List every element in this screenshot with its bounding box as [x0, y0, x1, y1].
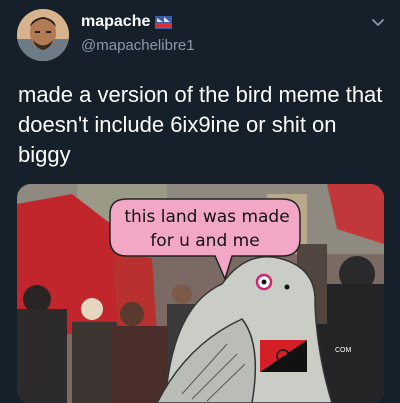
speech-bubble-line-1: this land was made: [124, 207, 289, 227]
meme-image: this land was made for u and me COM: [17, 184, 384, 403]
user-name-row: mapache: [81, 13, 173, 31]
flag-patch-icon: [260, 340, 307, 372]
speech-bubble-line-2: for u and me: [150, 231, 259, 251]
chevron-down-icon[interactable]: [370, 14, 386, 30]
watermark-text: COM: [335, 347, 352, 354]
user-avatar[interactable]: [17, 9, 69, 61]
tweet-text: made a version of the bird meme that doe…: [18, 82, 383, 167]
user-handle[interactable]: @mapachelibre1: [81, 37, 195, 54]
tweet-media-image[interactable]: this land was made for u and me COM: [17, 184, 384, 403]
flag-emoji-icon: [155, 15, 173, 29]
display-name[interactable]: mapache: [81, 13, 150, 31]
avatar-image: [17, 9, 69, 61]
